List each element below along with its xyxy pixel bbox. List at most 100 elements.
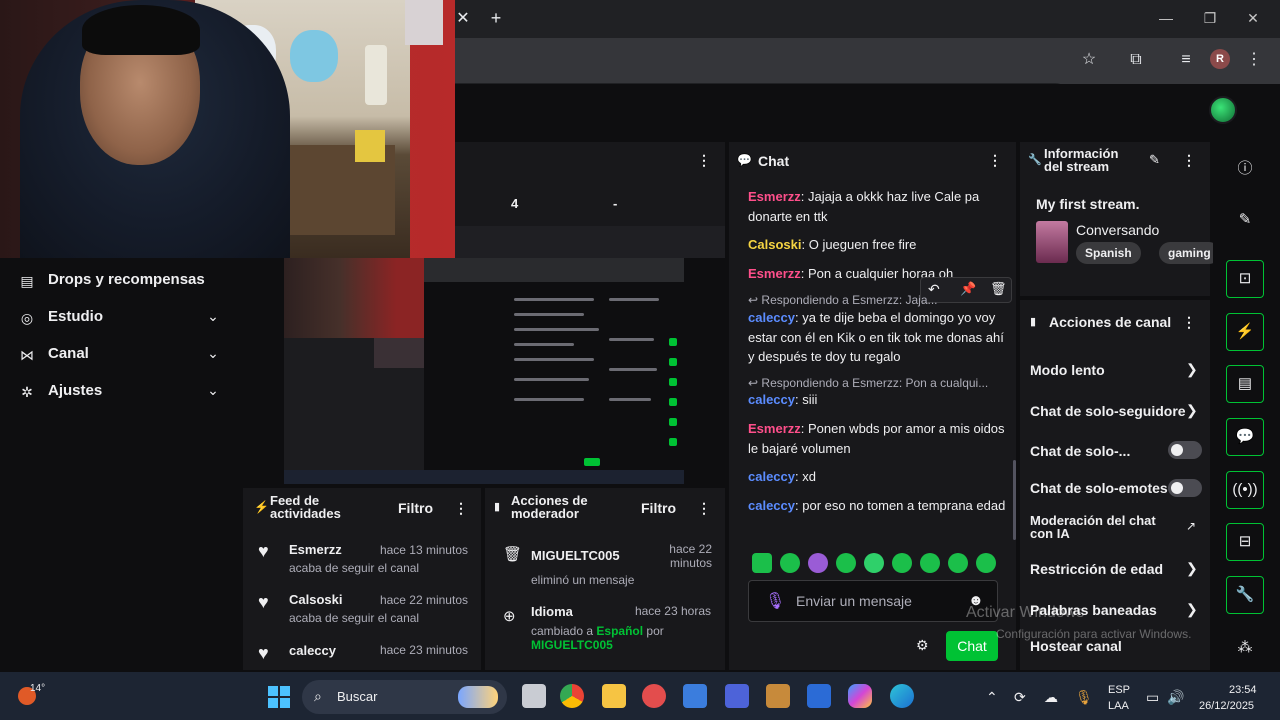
bookmark-star-icon[interactable]: ☆ [1078,50,1100,70]
chat-input[interactable]: 🎙 Enviar un mensaje ☻ [748,580,998,622]
app-icon[interactable] [766,684,790,708]
cloud-icon[interactable]: ☁ [1044,689,1058,706]
channel-actions-menu-icon[interactable]: ⋮ [1182,314,1196,331]
tag-chip[interactable]: gaming [1159,242,1220,264]
chat-username[interactable]: caleccy [748,310,795,325]
emote-icon[interactable] [948,553,968,573]
chat-username[interactable]: caleccy [748,498,795,513]
edit-icon[interactable]: ✎ [1149,152,1160,168]
clock-date[interactable]: 26/12/2025 [1199,700,1254,712]
tag-chip[interactable]: Spanish [1076,242,1141,264]
chat-username[interactable]: caleccy [748,469,795,484]
trash-icon[interactable]: 🗑 [990,281,1007,297]
volume-icon[interactable]: 🔊 [1167,689,1184,706]
category-name[interactable]: Conversando [1076,222,1159,238]
chat-message[interactable]: caleccy: siii [748,390,1010,410]
language-indicator[interactable]: ESP [1108,684,1130,696]
browser-menu-icon[interactable]: ⋮ [1243,50,1265,70]
subscribers-only-toggle[interactable] [1168,441,1202,459]
copilot-icon[interactable] [848,684,872,708]
activity-feed-menu-icon[interactable]: ⋮ [454,500,468,517]
activity-filter-button[interactable]: Filtro [398,500,433,516]
taskbar-search[interactable]: ⌕ Buscar [302,680,507,714]
new-tab-icon[interactable]: + [485,8,507,28]
emote-icon[interactable] [976,553,996,573]
pin-icon[interactable]: 📌 [960,281,976,297]
lightning-button[interactable]: ⚡ [1226,313,1264,351]
task-view-icon[interactable] [522,684,546,708]
chat-message[interactable]: caleccy: por eso no tomen a temprana eda… [748,496,1010,516]
store-icon[interactable] [683,684,707,708]
stream-info-menu-icon[interactable]: ⋮ [1182,152,1196,169]
clock-time[interactable]: 23:54 [1229,684,1257,696]
chat-username[interactable]: Esmerzz [748,421,801,436]
microphone-icon[interactable]: 🎙 [765,591,785,611]
mod-filter-button[interactable]: Filtro [641,500,676,516]
chrome-icon[interactable] [560,684,584,708]
chevron-right-icon[interactable]: ❯ [1186,601,1198,618]
layout-button[interactable]: ⊟ [1226,523,1264,561]
notes-button[interactable]: ▤ [1226,365,1264,403]
broadcast-button[interactable]: ((•)) [1226,471,1264,509]
ai-moderation-action[interactable]: Moderación del chat con IA [1030,514,1160,540]
close-window-icon[interactable]: ✕ [1243,10,1263,27]
share-icon[interactable]: ⁂ [1236,638,1254,656]
chat-settings-icon[interactable]: ⚙ [916,637,929,654]
emote-only-toggle[interactable] [1168,479,1202,497]
stats-menu-icon[interactable]: ⋮ [697,152,711,169]
emote-icon[interactable] [864,553,884,573]
emote-icon[interactable] [892,553,912,573]
emote-icon[interactable] [752,553,772,573]
chevron-right-icon[interactable]: ❯ [1186,361,1198,378]
stream-preview[interactable] [284,258,684,484]
chat-message[interactable]: Calsoski: O jueguen free fire [748,235,1010,255]
profile-avatar[interactable]: R [1210,49,1230,69]
sidebar-item-drops[interactable]: ▤ Drops y recompensas [0,263,243,299]
tools-button[interactable]: 🔧 [1226,576,1264,614]
chevron-right-icon[interactable]: ❯ [1186,560,1198,577]
weather-widget[interactable]: 14° [18,683,46,711]
info-icon[interactable]: ⓘ [1236,157,1254,177]
emote-icon[interactable] [920,553,940,573]
emote-icon[interactable] [808,553,828,573]
mod-actions-menu-icon[interactable]: ⋮ [697,500,711,517]
start-button[interactable] [268,686,290,708]
chat-username[interactable]: Esmerzz [748,189,801,204]
activity-user[interactable]: caleccy [289,643,336,658]
sidebar-item-studio[interactable]: ◎ Estudio ⌄ [0,300,243,336]
minimize-icon[interactable]: — [1156,10,1176,26]
edge-icon[interactable] [890,684,914,708]
media-icon[interactable]: ≡ [1175,50,1197,70]
external-link-icon[interactable]: ↗ [1186,519,1196,533]
chat-message[interactable]: Esmerzz: Ponen wbds por amor a mis oidos… [748,419,1010,458]
emote-icon[interactable] [836,553,856,573]
chat-send-button[interactable]: Chat [946,631,998,661]
chat-username[interactable]: Calsoski [748,237,801,252]
restore-icon[interactable]: ❐ [1200,10,1220,27]
mod-action-desc-user[interactable]: MIGUELTC005 [531,638,613,652]
word-icon[interactable] [807,684,831,708]
sidebar-item-channel[interactable]: ⋈ Canal ⌄ [0,337,243,373]
app-icon[interactable] [642,684,666,708]
chat-message[interactable]: caleccy: xd [748,467,1010,487]
followers-only-action[interactable]: Chat de solo-seguidore [1030,403,1186,419]
chat-message[interactable]: caleccy: ya te dije beba el domingo yo v… [748,308,1010,367]
chat-button[interactable]: 💬 [1226,418,1264,456]
microphone-tray-icon[interactable]: 🎙 [1075,689,1093,706]
user-avatar[interactable] [1209,96,1237,124]
chat-message[interactable]: Esmerzz: Jajaja a okkk haz live Cale pa … [748,187,1010,226]
edit-icon[interactable]: ✎ [1236,210,1254,228]
chat-scrollbar[interactable] [1013,460,1016,540]
network-icon[interactable]: ▭ [1146,689,1159,706]
clip-button[interactable]: ⊡ [1226,260,1264,298]
mod-action-user[interactable]: MIGUELTC005 [531,548,634,563]
file-explorer-icon[interactable] [602,684,626,708]
sync-icon[interactable]: ⟳ [1014,689,1026,706]
age-restriction-action[interactable]: Restricción de edad [1030,561,1163,577]
chat-menu-icon[interactable]: ⋮ [988,152,1002,169]
chat-username[interactable]: Esmerzz [748,266,801,281]
emote-icon[interactable] [780,553,800,573]
chevron-right-icon[interactable]: ❯ [1186,402,1198,419]
slow-mode-action[interactable]: Modo lento [1030,362,1105,378]
app-icon[interactable] [725,684,749,708]
